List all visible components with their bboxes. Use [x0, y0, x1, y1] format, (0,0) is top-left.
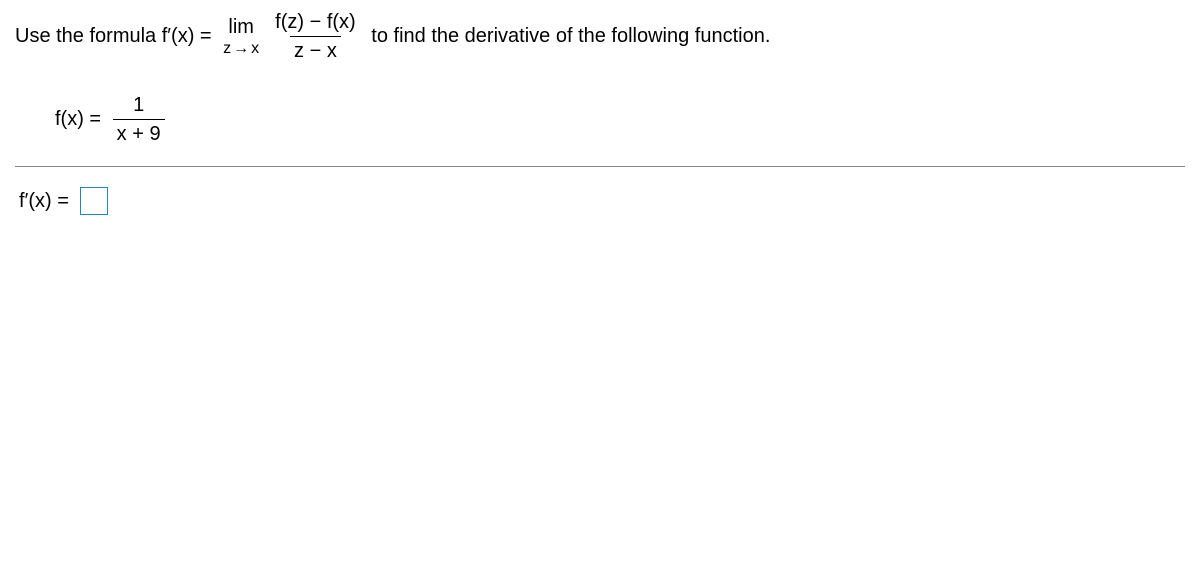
- divider-line: [15, 166, 1185, 167]
- problem-statement: Use the formula f′(x) = lim z→x f(z) − f…: [15, 10, 1185, 63]
- difference-quotient-fraction: f(z) − f(x) z − x: [271, 10, 360, 63]
- function-lhs: f(x) =: [55, 108, 107, 131]
- given-numerator: 1: [129, 93, 148, 119]
- lim-var-x: x: [251, 40, 259, 57]
- answer-lhs-rest: (x) =: [28, 190, 74, 213]
- given-denominator: x + 9: [113, 119, 165, 146]
- lim-label: lim: [228, 17, 254, 37]
- statement-text-after: to find the derivative of the following …: [366, 25, 771, 48]
- arrow-icon: →: [231, 40, 251, 57]
- limit-expression: lim z→x: [223, 17, 259, 57]
- lim-subscript: z→x: [223, 41, 259, 57]
- statement-text-before: Use the formula f: [15, 25, 167, 48]
- lim-var-z: z: [223, 40, 231, 57]
- fraction-numerator: f(z) − f(x): [271, 10, 360, 36]
- given-fraction: 1 x + 9: [113, 93, 165, 146]
- answer-line: f′(x) =: [19, 187, 1185, 215]
- equals-text: (x) =: [171, 25, 217, 48]
- given-function: f(x) = 1 x + 9: [55, 93, 1185, 146]
- derivative-input[interactable]: [80, 187, 108, 215]
- fraction-denominator: z − x: [290, 36, 341, 63]
